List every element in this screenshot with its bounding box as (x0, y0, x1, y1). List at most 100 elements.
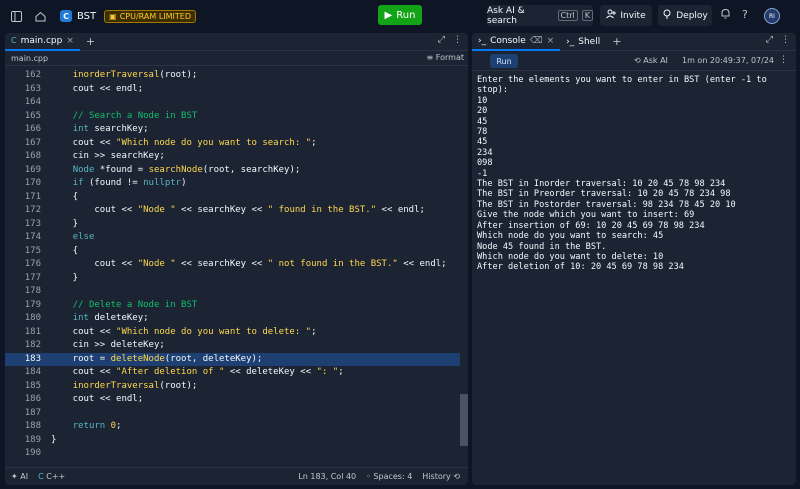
run-button-label: Run (396, 9, 416, 21)
editor-tab-bar: C main.cpp × + ⤢ ⋮ (5, 33, 468, 51)
spaces-label: Spaces: 4 (373, 472, 413, 481)
line-number: 164 (24, 97, 41, 107)
line-number: 182 (24, 340, 41, 350)
line-number: 190 (24, 448, 41, 458)
code-line[interactable]: 180 int deleteKey; (5, 312, 460, 326)
add-tab-icon[interactable]: + (612, 35, 621, 48)
code-line[interactable]: 185 inorderTraversal(root); (5, 380, 460, 394)
close-tab-icon[interactable]: × (66, 36, 74, 46)
close-tab-icon[interactable]: × (547, 36, 555, 46)
invite-button[interactable]: Invite (600, 5, 652, 26)
line-number: 180 (24, 313, 41, 323)
line-number: 187 (24, 407, 41, 418)
indentation-indicator[interactable]: ◦ Spaces: 4 (366, 472, 412, 481)
play-icon: ▶ (384, 9, 393, 21)
line-number: 184 (24, 367, 41, 377)
line-number: 174 (24, 232, 41, 242)
code-line[interactable]: 179 // Delete a Node in BST (5, 299, 460, 313)
more-options-icon[interactable]: ⋮ (453, 35, 462, 45)
code-line[interactable]: 171 { (5, 191, 460, 205)
language-indicator[interactable]: C C++ (38, 472, 65, 481)
expand-icon[interactable]: ⤢ (766, 35, 773, 45)
console-ask-ai-button[interactable]: ⟲ Ask AI (634, 56, 668, 65)
line-number: 169 (24, 164, 41, 175)
line-source: } (51, 272, 79, 283)
code-line[interactable]: 177 } (5, 272, 460, 286)
help-icon[interactable]: ? (742, 8, 748, 21)
code-line[interactable]: 174 else (5, 231, 460, 245)
line-source: inorderTraversal(root); (72, 380, 198, 391)
editor-scrollbar[interactable] (460, 69, 468, 467)
language-label: C++ (46, 472, 66, 481)
add-tab-icon[interactable]: + (86, 35, 95, 48)
code-line[interactable]: 170 if (found != nullptr) (5, 177, 460, 191)
code-line[interactable]: 182 cin >> deleteKey; (5, 339, 460, 353)
code-line[interactable]: 176 cout << "Node " << searchKey << " no… (5, 258, 460, 272)
expand-icon[interactable]: ⤢ (438, 35, 445, 45)
resource-limit-label: CPU/RAM LIMITED (119, 11, 191, 21)
home-icon[interactable] (32, 8, 48, 24)
code-line[interactable]: 184 cout << "After deletion of " << dele… (5, 366, 460, 380)
sidebar-toggle-icon[interactable] (8, 8, 24, 24)
cursor-position[interactable]: Ln 183, Col 40 (298, 472, 356, 481)
tab-console-label: Console (490, 35, 526, 46)
editor-scrollbar-thumb[interactable] (460, 394, 468, 446)
code-line[interactable]: 189} (5, 434, 460, 448)
clear-console-icon[interactable]: ⌫ (530, 36, 543, 46)
line-source: cin >> searchKey; (51, 151, 165, 161)
line-number: 166 (24, 124, 41, 134)
history-button[interactable]: History ⟲ (422, 472, 460, 481)
resource-limit-badge[interactable]: ▣ CPU/RAM LIMITED (104, 9, 196, 23)
shell-icon: ›_ (566, 36, 575, 47)
code-line[interactable]: 168 cin >> searchKey; (5, 150, 460, 164)
tab-console[interactable]: ›_ Console ⌫ × (472, 33, 561, 51)
code-line[interactable]: 172 cout << "Node " << searchKey << " fo… (5, 204, 460, 218)
line-number: 185 (24, 380, 41, 391)
more-options-icon[interactable]: ⋮ (779, 55, 788, 65)
code-line[interactable]: 187 (5, 407, 460, 421)
line-source: int deleteKey; (72, 313, 149, 323)
line-source: } (51, 218, 79, 229)
console-output[interactable]: Enter the elements you want to enter in … (477, 75, 793, 273)
code-line[interactable]: 190 (5, 447, 460, 461)
code-line[interactable]: 178 (5, 285, 460, 299)
code-line[interactable]: 186 cout << endl; (5, 393, 460, 407)
avatar[interactable]: RI (764, 8, 780, 24)
more-options-icon[interactable]: ⋮ (781, 35, 790, 45)
line-source: { (51, 191, 79, 202)
code-line[interactable]: 188 return 0; (5, 420, 460, 434)
tab-main-cpp[interactable]: C main.cpp × (5, 33, 80, 51)
format-button[interactable]: ≡ Format (427, 53, 464, 62)
line-number: 165 (24, 110, 41, 121)
tab-shell[interactable]: ›_ Shell (560, 33, 606, 51)
console-run-button[interactable]: Run (490, 54, 518, 68)
repl-name[interactable]: BST (77, 11, 96, 22)
ask-ai-search-button[interactable]: Ask AI & search Ctrl K (487, 5, 593, 26)
console-pane: ›_ Console ⌫ × ›_ Shell + ⤢ ⋮ Run ⟲ Ask … (472, 33, 796, 485)
code-line[interactable]: 175 { (5, 245, 460, 259)
deploy-button[interactable]: Deploy (658, 5, 712, 26)
code-line[interactable]: 165 // Search a Node in BST (5, 110, 460, 124)
code-line[interactable]: 162 inorderTraversal(root); (5, 69, 460, 83)
code-line[interactable]: 166 int searchKey; (5, 123, 460, 137)
file-breadcrumb-label[interactable]: main.cpp (11, 54, 48, 63)
ai-toggle[interactable]: ✦ AI (11, 472, 28, 481)
code-line[interactable]: 163 cout << endl; (5, 83, 460, 97)
code-line[interactable]: 183 root = deleteNode(root, deleteKey); (5, 352, 460, 366)
code-line[interactable]: 169 Node *found = searchNode(root, searc… (5, 164, 460, 178)
code-line[interactable]: 167 cout << "Which node do you want to s… (5, 137, 460, 151)
code-line[interactable]: 164 (5, 96, 460, 110)
history-label: History (422, 472, 451, 481)
code-line[interactable]: 173 } (5, 218, 460, 232)
code-line[interactable]: 181 cout << "Which node do you want to d… (5, 326, 460, 340)
line-source: int searchKey; (72, 124, 149, 134)
line-number: 177 (24, 272, 41, 283)
ask-ai-search-label: Ask AI & search (487, 5, 525, 26)
tab-main-cpp-label: main.cpp (20, 35, 63, 46)
cpp-file-icon: C (11, 36, 17, 45)
line-number: 186 (24, 394, 41, 404)
run-button[interactable]: ▶ Run (378, 5, 422, 25)
line-number: 189 (24, 434, 41, 445)
code-editor[interactable]: 162 inorderTraversal(root); 163 cout << e… (5, 69, 468, 467)
notifications-bell-icon[interactable] (720, 8, 731, 22)
